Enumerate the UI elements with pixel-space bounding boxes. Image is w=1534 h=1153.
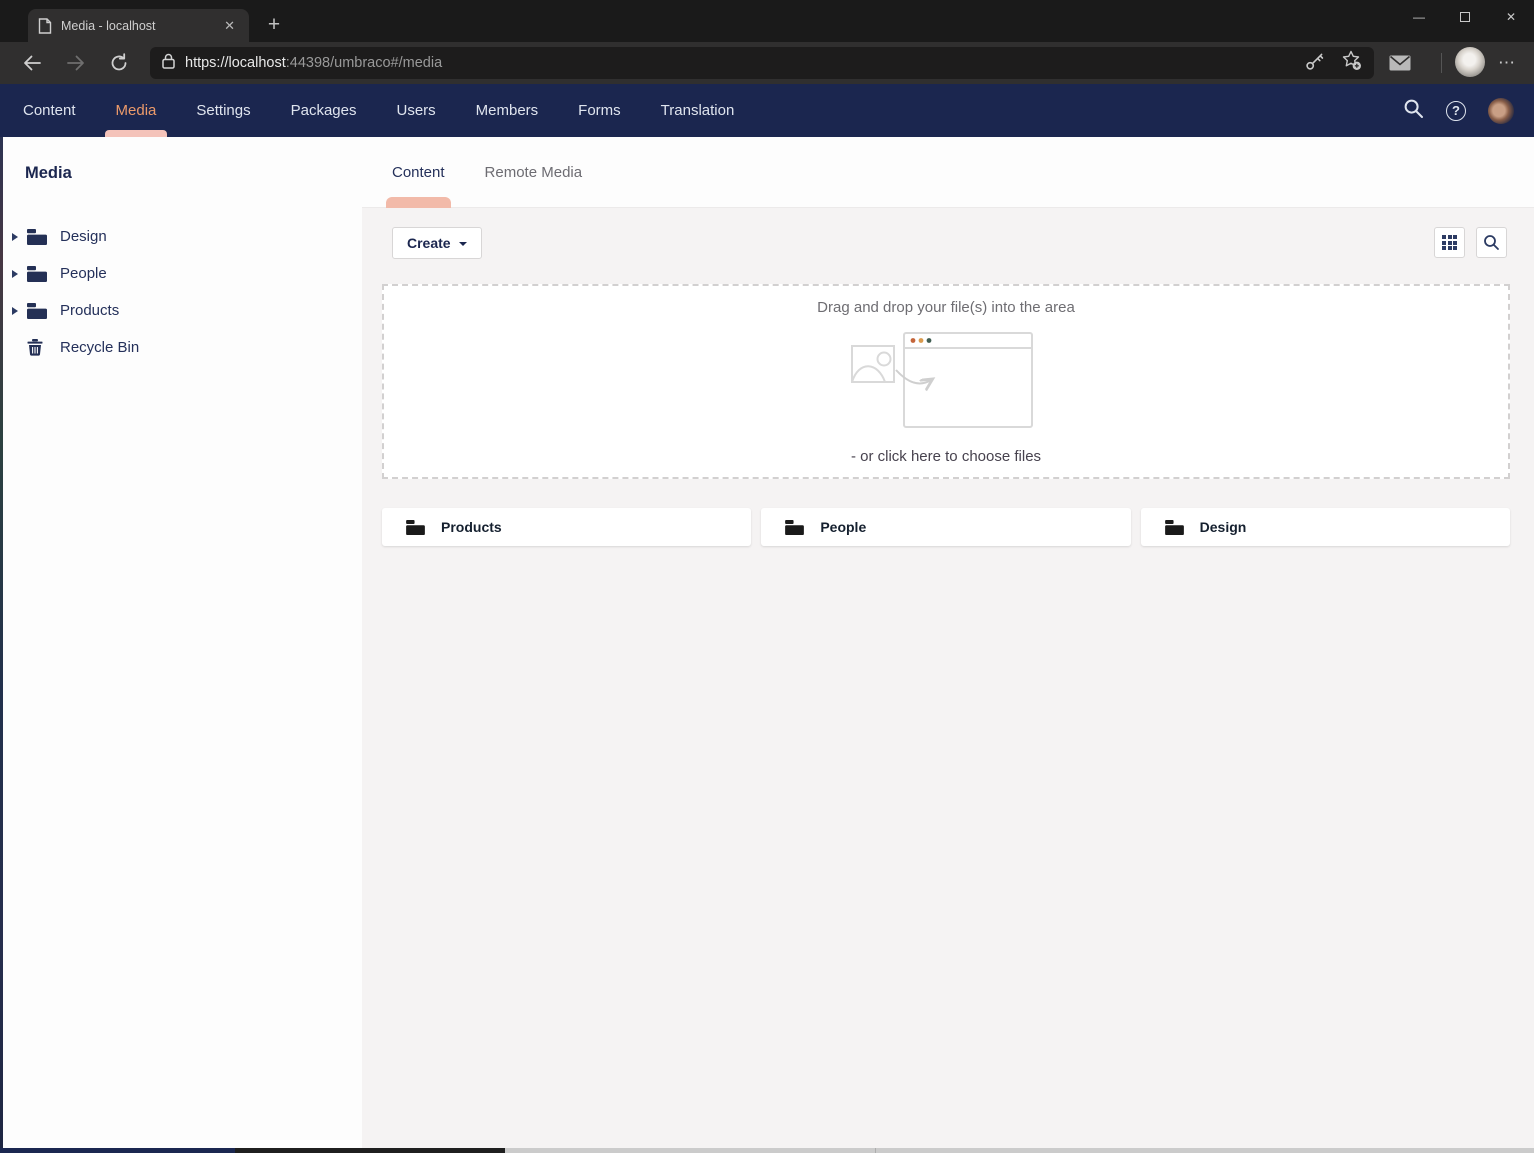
global-search-icon[interactable] bbox=[1403, 98, 1424, 124]
search-media-button[interactable] bbox=[1476, 227, 1507, 258]
toolbar-divider bbox=[1441, 53, 1442, 73]
url-host: https://localhost bbox=[185, 55, 286, 71]
browser-titlebar: Media - localhost ✕ + — ✕ bbox=[0, 0, 1534, 42]
page-icon bbox=[38, 18, 52, 34]
folder-icon bbox=[27, 303, 48, 319]
expand-caret-icon[interactable] bbox=[12, 233, 27, 241]
upload-illustration bbox=[851, 332, 1041, 432]
grid-view-button[interactable] bbox=[1434, 227, 1465, 258]
grid-icon bbox=[1442, 235, 1457, 250]
create-button-label: Create bbox=[407, 235, 451, 251]
active-section-indicator bbox=[105, 130, 167, 137]
card-label: Products bbox=[441, 519, 502, 535]
folder-icon bbox=[406, 520, 425, 535]
card-label: Design bbox=[1200, 519, 1247, 535]
tree-item-label: People bbox=[60, 265, 107, 282]
password-key-icon[interactable] bbox=[1305, 51, 1325, 76]
tab-title: Media - localhost bbox=[61, 19, 211, 33]
dropzone-choose-link[interactable]: - or click here to choose files bbox=[851, 448, 1041, 465]
tree-item-design[interactable]: Design bbox=[3, 218, 362, 255]
tab-content-label: Content bbox=[392, 164, 445, 181]
bottom-strip-middle bbox=[235, 1148, 505, 1153]
tab-remote-media-label: Remote Media bbox=[485, 164, 583, 181]
create-button[interactable]: Create bbox=[392, 227, 482, 259]
url-text: https://localhost:44398/umbraco#/media bbox=[185, 55, 1295, 71]
bottom-strip-left bbox=[0, 1148, 235, 1153]
card-label: People bbox=[820, 519, 866, 535]
nav-item-translation[interactable]: Translation bbox=[641, 84, 755, 137]
nav-item-settings[interactable]: Settings bbox=[176, 84, 270, 137]
tree-item-label: Design bbox=[60, 228, 107, 245]
browser-tab[interactable]: Media - localhost ✕ bbox=[28, 9, 249, 42]
browser-menu-button[interactable]: ⋯ bbox=[1492, 47, 1522, 79]
tree-item-people[interactable]: People bbox=[3, 255, 362, 292]
nav-item-members[interactable]: Members bbox=[456, 84, 559, 137]
mail-extension-button[interactable] bbox=[1384, 47, 1416, 79]
active-tab-indicator bbox=[386, 197, 451, 208]
media-folder-card-products[interactable]: Products bbox=[382, 508, 751, 546]
nav-item-media-label: Media bbox=[116, 102, 157, 119]
tab-content[interactable]: Content bbox=[392, 137, 445, 208]
bottom-strip-right bbox=[505, 1148, 1534, 1153]
help-icon[interactable]: ? bbox=[1446, 101, 1466, 121]
folder-icon bbox=[27, 229, 48, 245]
media-content-area: Content Remote Media Create Drag and dro… bbox=[362, 137, 1534, 1148]
content-tabbar: Content Remote Media bbox=[362, 137, 1534, 208]
tree-item-products[interactable]: Products bbox=[3, 292, 362, 329]
dropdown-caret-icon bbox=[459, 242, 467, 246]
nav-item-forms[interactable]: Forms bbox=[558, 84, 641, 137]
folder-icon bbox=[27, 266, 48, 282]
window-maximize-button[interactable] bbox=[1442, 0, 1488, 33]
user-avatar[interactable] bbox=[1488, 98, 1514, 124]
media-folder-card-design[interactable]: Design bbox=[1141, 508, 1510, 546]
folder-icon bbox=[785, 520, 804, 535]
back-button[interactable] bbox=[16, 47, 48, 79]
expand-caret-icon[interactable] bbox=[12, 270, 27, 278]
dropzone-title: Drag and drop your file(s) into the area bbox=[817, 299, 1075, 316]
folder-icon bbox=[1165, 520, 1184, 535]
nav-item-users[interactable]: Users bbox=[376, 84, 455, 137]
favorites-star-icon[interactable] bbox=[1341, 50, 1362, 76]
lock-icon bbox=[162, 53, 175, 74]
new-tab-button[interactable]: + bbox=[260, 11, 288, 39]
forward-button[interactable] bbox=[60, 47, 92, 79]
address-bar[interactable]: https://localhost:44398/umbraco#/media bbox=[150, 47, 1374, 79]
window-minimize-button[interactable]: — bbox=[1396, 0, 1442, 33]
tab-close-icon[interactable]: ✕ bbox=[220, 17, 239, 35]
tree-item-recycle-bin[interactable]: Recycle Bin bbox=[3, 329, 362, 366]
browser-profile-avatar[interactable] bbox=[1455, 47, 1485, 77]
trash-icon bbox=[27, 339, 48, 356]
window-close-button[interactable]: ✕ bbox=[1488, 0, 1534, 33]
media-folder-card-people[interactable]: People bbox=[761, 508, 1130, 546]
nav-item-content[interactable]: Content bbox=[3, 84, 96, 137]
maximize-icon bbox=[1460, 12, 1470, 22]
sidebar-title: Media bbox=[25, 164, 362, 183]
expand-caret-icon[interactable] bbox=[12, 307, 27, 315]
url-path: :44398/umbraco#/media bbox=[286, 55, 442, 71]
tree-item-label: Recycle Bin bbox=[60, 339, 139, 356]
nav-item-media[interactable]: Media bbox=[96, 84, 177, 137]
umbraco-section-nav: Content Media Settings Packages Users Me… bbox=[0, 84, 1534, 137]
search-icon bbox=[1483, 234, 1500, 251]
tab-remote-media[interactable]: Remote Media bbox=[485, 137, 583, 208]
refresh-button[interactable] bbox=[103, 47, 135, 79]
media-tree-sidebar: Media Design People Products bbox=[3, 137, 362, 1148]
file-dropzone[interactable]: Drag and drop your file(s) into the area… bbox=[382, 284, 1510, 479]
nav-item-packages[interactable]: Packages bbox=[271, 84, 377, 137]
tree-item-label: Products bbox=[60, 302, 119, 319]
